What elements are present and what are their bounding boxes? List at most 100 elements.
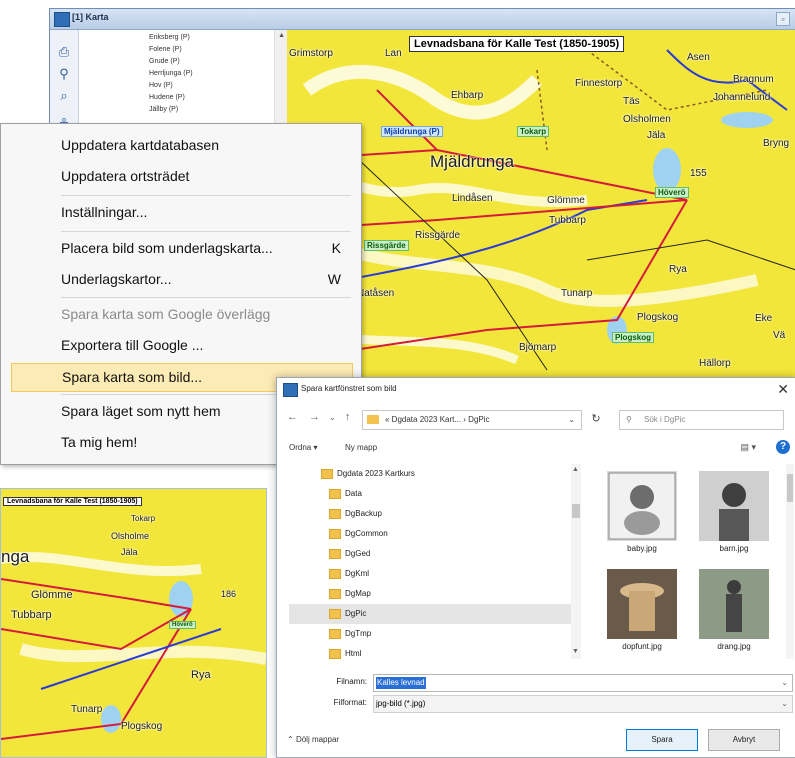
folder-icon: [329, 549, 341, 559]
hide-folders-button[interactable]: ⌃ Dölj mappar: [287, 735, 339, 744]
file-name: dopfunt.jpg: [622, 642, 662, 651]
file-tile[interactable]: barn.jpg: [689, 466, 779, 561]
menu-item-settings[interactable]: Inställningar...: [11, 199, 351, 226]
dialog-titlebar[interactable]: Spara kartfönstret som bild ✕: [277, 378, 795, 402]
forward-arrow-icon[interactable]: →: [309, 411, 320, 423]
font-thumbnail: [607, 569, 677, 639]
tree-scrollbar[interactable]: ▲: [274, 30, 287, 127]
folder-item[interactable]: Dgdata 2023 Kartkurs: [289, 464, 579, 484]
view-options-icon[interactable]: ▤ ▾: [740, 442, 756, 453]
place-name: Natåsen: [357, 288, 395, 299]
farmhand-thumbnail: [699, 569, 769, 639]
command-bar: Ordna ▾ Ny mapp ▤ ▾ ?: [277, 436, 795, 460]
file-list-scrollbar[interactable]: [786, 464, 794, 659]
window-icon: [54, 12, 70, 27]
place-name: Tubbarp: [11, 609, 52, 621]
place-label-hovero[interactable]: Höverö: [169, 621, 196, 629]
tree-item[interactable]: Herrljunga (P): [149, 70, 193, 77]
folder-item[interactable]: DgMap: [289, 584, 579, 604]
folder-item[interactable]: DgGed: [289, 544, 579, 564]
place-name: Rya: [191, 669, 211, 681]
file-tile[interactable]: dopfunt.jpg: [597, 564, 687, 659]
place-label-plogskog[interactable]: Plogskog: [612, 332, 655, 343]
place-label-tokarp[interactable]: Tokarp: [517, 126, 550, 137]
scroll-thumb[interactable]: [787, 474, 793, 502]
search-icon[interactable]: ⌕: [56, 88, 72, 104]
save-dialog: Spara kartfönstret som bild ✕ ← → ⌄ ↑ « …: [276, 377, 795, 758]
scroll-down-icon[interactable]: ▼: [572, 648, 579, 655]
place-label-hovero[interactable]: Höverö: [655, 187, 689, 198]
place-name: Jäla: [121, 547, 138, 557]
map-title: Levnadsbana för Kalle Test (1850-1905): [409, 36, 625, 52]
tree-item[interactable]: Hov (P): [149, 82, 173, 89]
file-list: baby.jpg barn.jpg dopfunt.jpg drang.jpg: [589, 464, 794, 659]
filename-label: Filnamn:: [336, 677, 367, 686]
new-folder-button[interactable]: Ny mapp: [345, 443, 377, 452]
filetype-dropdown-icon[interactable]: ⌄: [781, 696, 788, 712]
close-icon[interactable]: ✕: [777, 381, 789, 398]
filename-input[interactable]: Kalles levnad ⌄: [373, 674, 793, 692]
folder-item[interactable]: DgTmp: [289, 624, 579, 644]
history-dropdown-icon[interactable]: ⌄: [329, 413, 336, 422]
place-name: Glömme: [547, 195, 585, 206]
search-placeholder: Sök i DgPic: [644, 415, 686, 424]
filename-dropdown-icon[interactable]: ⌄: [781, 675, 788, 691]
background-map-window: Levnadsbana för Kalle Test (1850-1905) T…: [0, 488, 267, 758]
place-name: Täs: [623, 96, 640, 107]
file-tile[interactable]: baby.jpg: [597, 466, 687, 561]
cancel-button[interactable]: Avbryt: [708, 729, 780, 751]
print-icon[interactable]: ⎙: [56, 44, 72, 60]
scroll-thumb[interactable]: [572, 504, 580, 518]
place-label-rissgarde[interactable]: Rissgärde: [364, 240, 409, 251]
file-tile[interactable]: drang.jpg: [689, 564, 779, 659]
background-map-drawing: [1, 489, 266, 757]
menu-item-place-image-as-basemap[interactable]: Placera bild som underlagskarta... K: [11, 235, 351, 262]
tree-item[interactable]: Jällby (P): [149, 106, 178, 113]
folder-item[interactable]: DgBackup: [289, 504, 579, 524]
folder-item[interactable]: DgKml: [289, 564, 579, 584]
scroll-up-icon[interactable]: ▲: [278, 32, 285, 39]
folder-item-selected[interactable]: DgPic: [289, 604, 579, 624]
scroll-up-icon[interactable]: ▲: [572, 466, 579, 473]
folder-item[interactable]: Html: [289, 644, 579, 659]
child-thumbnail: [699, 471, 769, 541]
address-dropdown-icon[interactable]: ⌄: [568, 411, 575, 429]
dialog-title: Spara kartfönstret som bild: [301, 384, 397, 393]
place-name: Glömme: [31, 589, 73, 601]
menu-item-basemaps[interactable]: Underlagskartor... W: [11, 266, 351, 293]
filetype-select[interactable]: jpg-bild (*.jpg) ⌄: [373, 695, 793, 713]
map-window-titlebar[interactable]: [1] Karta ▫: [50, 9, 795, 30]
place-name: Tunarp: [561, 288, 593, 299]
dialog-footer: ⌃ Dölj mappar Spara Avbryt: [277, 721, 795, 757]
folder-item[interactable]: Data: [289, 484, 579, 504]
menu-item-update-map-database[interactable]: Uppdatera kartdatabasen: [11, 132, 351, 159]
tree-item[interactable]: Eriksberg (P): [149, 34, 190, 41]
refresh-icon[interactable]: ↻: [585, 410, 607, 428]
map-view[interactable]: Levnadsbana för Kalle Test (1850-1905) G…: [287, 30, 795, 381]
place-label-mjaldrunga[interactable]: Mjäldrunga (P): [381, 126, 443, 137]
place-name: Ehbarp: [451, 90, 484, 101]
tree-item[interactable]: Hudene (P): [149, 94, 185, 101]
menu-item-export-to-google[interactable]: Exportera till Google ...: [11, 332, 351, 359]
place-name: 186: [221, 589, 237, 599]
up-arrow-icon[interactable]: ↑: [345, 411, 351, 423]
organize-button[interactable]: Ordna ▾: [289, 443, 317, 452]
back-arrow-icon[interactable]: ←: [287, 411, 298, 423]
search-input[interactable]: ⚲ Sök i DgPic: [619, 410, 784, 430]
place-name: Jäla: [647, 130, 666, 141]
filetype-label: Filformat:: [333, 698, 367, 707]
tree-item[interactable]: Folene (P): [149, 46, 182, 53]
tree-item[interactable]: Grude (P): [149, 58, 180, 65]
help-icon[interactable]: ?: [776, 440, 790, 454]
place-name: Rissgärde: [415, 230, 461, 241]
person-search-icon[interactable]: ⚲: [56, 66, 72, 82]
folder-tree-scrollbar[interactable]: ▲ ▼: [571, 464, 581, 659]
folder-item[interactable]: DgCommon: [289, 524, 579, 544]
place-name: Asen: [687, 52, 710, 63]
folder-icon: [329, 629, 341, 639]
place-name: Finnestorp: [575, 78, 623, 89]
address-bar[interactable]: « Dgdata 2023 Kart... › DgPic ⌄: [362, 410, 582, 430]
maximize-icon[interactable]: ▫: [776, 12, 790, 26]
menu-item-update-place-tree[interactable]: Uppdatera ortsträdet: [11, 163, 351, 190]
save-button[interactable]: Spara: [626, 729, 698, 751]
